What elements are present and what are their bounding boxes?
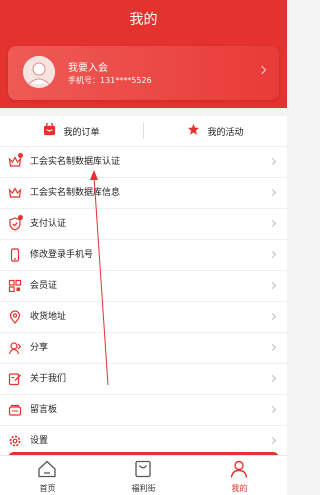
menu-item-payment-verification[interactable]: 支付认证: [0, 209, 287, 240]
phone-icon: [8, 248, 22, 262]
my-activities-button[interactable]: 我的活动: [144, 116, 287, 146]
tab-label: 福利街: [131, 484, 156, 493]
my-activities-label: 我的活动: [207, 127, 244, 138]
tab-label: 我的: [231, 484, 248, 493]
menu-label: 分享: [30, 343, 49, 353]
chevron-right-icon: [268, 250, 277, 259]
menu-item-union-info[interactable]: 工会实名制数据库信息: [0, 178, 287, 209]
chevron-right-icon: [268, 281, 277, 290]
chevron-right-icon: [268, 219, 277, 228]
notification-dot: [18, 153, 23, 158]
chevron-right-icon: [268, 188, 277, 197]
menu-label: 工会实名制数据库认证: [30, 157, 121, 167]
chevron-right-icon: [268, 157, 277, 166]
shopping-bag-icon: [133, 459, 153, 479]
menu-list: 工会实名制数据库认证 工会实名制数据库信息 支付认证 修改登录手机号 会员证 收…: [0, 147, 287, 457]
chevron-right-icon: [268, 374, 277, 383]
crown-icon: [8, 186, 22, 200]
menu-label: 支付认证: [30, 219, 67, 229]
menu-item-union-verification[interactable]: 工会实名制数据库认证: [0, 147, 287, 178]
menu-label: 留言板: [30, 405, 58, 415]
menu-item-share[interactable]: 分享: [0, 333, 287, 364]
gear-icon: [8, 434, 22, 448]
qr-card-icon: [8, 279, 22, 293]
orders-row: 我的订单 我的活动: [0, 116, 287, 147]
menu-label: 关于我们: [30, 374, 67, 384]
user-title: 我要入会: [68, 63, 108, 74]
profile-icon: [229, 459, 249, 479]
edit-note-icon: [8, 372, 22, 386]
my-orders-label: 我的订单: [63, 127, 100, 138]
chevron-right-icon: [268, 436, 277, 445]
menu-label: 修改登录手机号: [30, 250, 94, 260]
chevron-right-icon: [268, 343, 277, 352]
tab-welfare-street[interactable]: 福利街: [96, 456, 191, 495]
menu-item-message-board[interactable]: 留言板: [0, 395, 287, 426]
avatar: [23, 56, 55, 88]
tab-label: 首页: [39, 484, 56, 493]
menu-item-shipping-address[interactable]: 收货地址: [0, 302, 287, 333]
notification-dot: [18, 215, 23, 220]
share-icon: [8, 341, 22, 355]
tab-mine[interactable]: 我的: [192, 456, 287, 495]
menu-label: 收货地址: [30, 312, 67, 322]
page-title: 我的: [129, 12, 158, 28]
menu-item-about-us[interactable]: 关于我们: [0, 364, 287, 395]
chevron-right-icon: [268, 312, 277, 321]
page-header: 我的: [0, 0, 287, 38]
message-board-icon: [8, 403, 22, 417]
location-icon: [8, 310, 22, 324]
my-orders-button[interactable]: 我的订单: [0, 116, 143, 146]
menu-item-change-phone[interactable]: 修改登录手机号: [0, 240, 287, 271]
chevron-right-icon: [257, 65, 267, 75]
home-icon: [37, 459, 57, 479]
menu-label: 工会实名制数据库信息: [30, 188, 121, 198]
order-bag-icon: [43, 121, 56, 139]
menu-label: 会员证: [30, 281, 58, 291]
user-phone: 手机号：131****5526: [68, 76, 152, 85]
menu-item-membership-card[interactable]: 会员证: [0, 271, 287, 302]
chevron-right-icon: [268, 405, 277, 414]
star-flower-icon: [187, 123, 200, 139]
tab-home[interactable]: 首页: [0, 456, 95, 495]
user-profile-card[interactable]: 我要入会 手机号：131****5526: [8, 46, 279, 100]
bottom-tab-bar: 首页 福利街 我的: [0, 455, 287, 495]
